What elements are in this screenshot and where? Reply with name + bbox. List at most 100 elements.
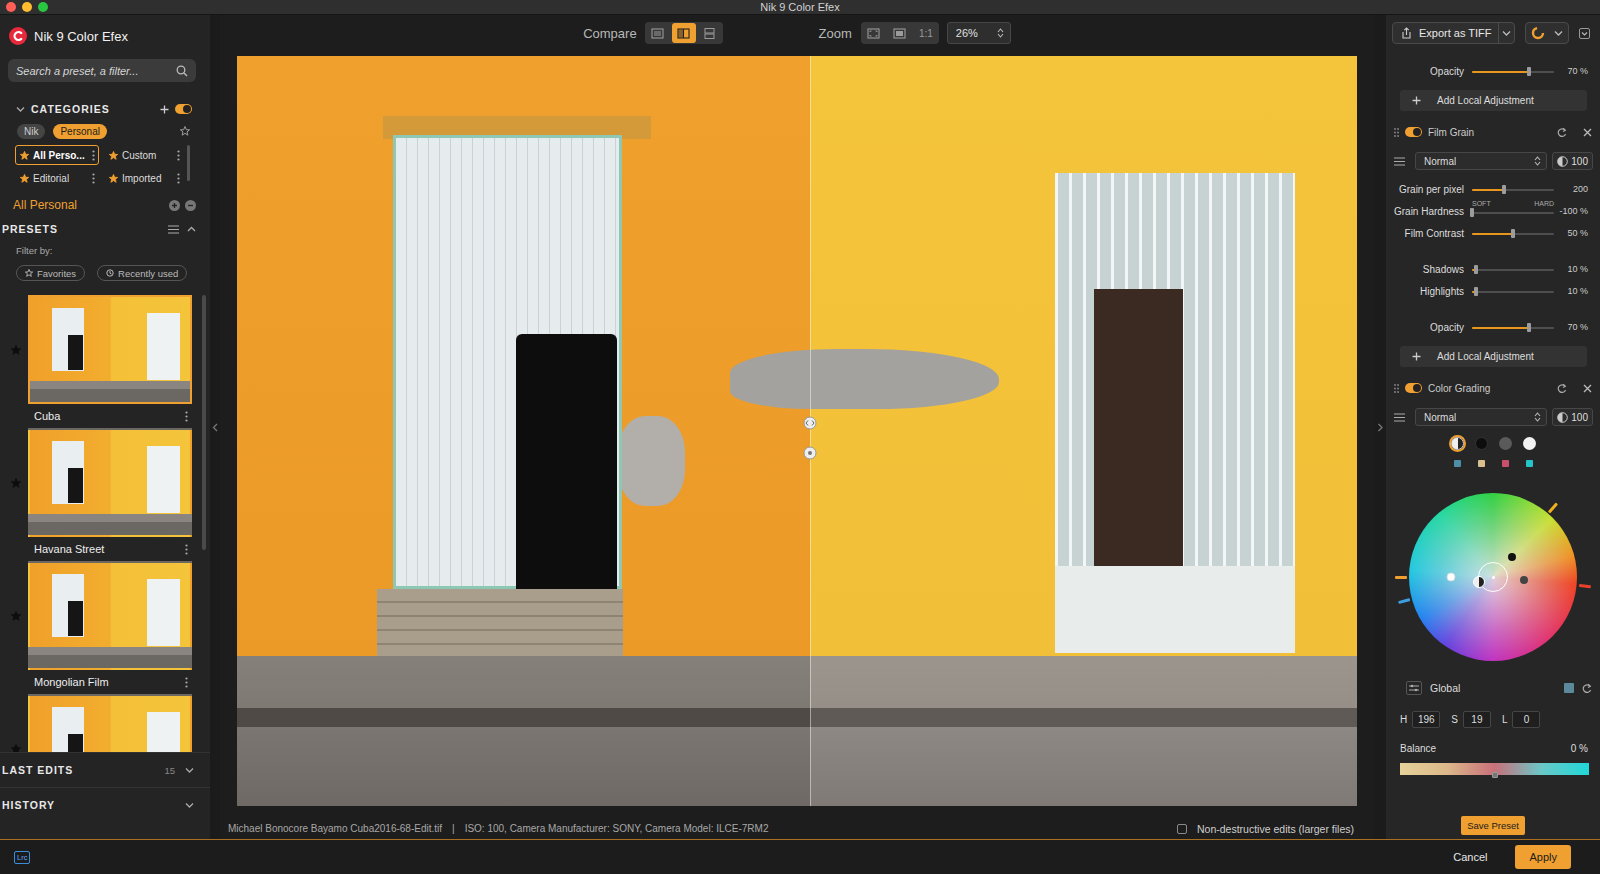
slider-thumb[interactable]	[1511, 229, 1515, 238]
slider-track[interactable]	[1472, 67, 1554, 76]
compare-divider[interactable]	[810, 56, 811, 806]
filter-toggle[interactable]	[1405, 127, 1422, 137]
preset-name[interactable]: Havana Street	[34, 543, 104, 555]
category-label[interactable]: All Perso...	[33, 150, 88, 161]
slider-track[interactable]	[1472, 229, 1554, 238]
color-wheel-area[interactable]	[1395, 479, 1591, 675]
minimize-button[interactable]	[22, 2, 32, 12]
source-chip[interactable]: Nik	[17, 124, 45, 139]
scope-label[interactable]: Global	[1430, 682, 1460, 694]
preset-item[interactable]	[0, 694, 197, 752]
collapse-icon[interactable]	[16, 106, 25, 113]
preset-thumbnail[interactable]	[28, 295, 192, 404]
workflow-options-icon[interactable]	[1554, 30, 1563, 37]
more-icon[interactable]	[177, 173, 180, 184]
reset-icon[interactable]	[1557, 127, 1567, 137]
collapse-icon[interactable]	[187, 226, 196, 233]
right-collapse-gutter[interactable]	[1374, 15, 1386, 839]
zoom-label[interactable]: 1:1	[919, 28, 933, 39]
divider-handle-icon[interactable]	[803, 446, 817, 460]
preset-item[interactable]: Cuba	[0, 295, 197, 428]
close-icon[interactable]	[1583, 128, 1592, 137]
button-label[interactable]: Add Local Adjustment	[1437, 351, 1534, 362]
category-label[interactable]: Imported	[122, 173, 173, 184]
color-wheel[interactable]	[1409, 493, 1577, 661]
wheel-tick[interactable]	[1578, 584, 1590, 588]
panel-options-icon[interactable]	[1579, 28, 1590, 39]
filter-opacity-field[interactable]: 100	[1552, 408, 1593, 426]
save-preset-button[interactable]: Save Preset	[1461, 816, 1525, 835]
field-value[interactable]: 19	[1463, 711, 1491, 728]
opacity-value[interactable]: 100	[1571, 412, 1588, 423]
more-icon[interactable]	[185, 544, 188, 555]
filter-label[interactable]: Favorites	[37, 268, 76, 279]
export-label[interactable]: Export as TIFF	[1419, 27, 1498, 39]
color-swatch[interactable]	[1564, 683, 1574, 693]
export-options-icon[interactable]	[1502, 30, 1511, 37]
favorite-icon[interactable]	[11, 345, 21, 355]
stepper-icon[interactable]	[997, 28, 1004, 38]
workflow-button[interactable]	[1525, 22, 1569, 44]
scrollbar[interactable]	[187, 145, 190, 181]
add-preset-icon[interactable]	[169, 200, 180, 211]
drag-handle-icon[interactable]	[1394, 384, 1399, 393]
blend-mode-select[interactable]: Normal	[1415, 408, 1547, 426]
add-local-adjustment-button[interactable]: Add Local Adjustment	[1400, 346, 1587, 367]
compare-mode-button[interactable]	[698, 23, 722, 43]
reset-icon[interactable]	[1582, 683, 1592, 693]
scope-menu-button[interactable]	[1406, 681, 1422, 695]
apply-button[interactable]: Apply	[1515, 845, 1571, 869]
nondestructive-checkbox[interactable]	[1177, 824, 1187, 834]
source-chip[interactable]: Personal	[53, 124, 106, 139]
more-icon[interactable]	[92, 173, 95, 184]
blend-mode[interactable]: Normal	[1424, 156, 1456, 167]
slider-track[interactable]	[1472, 265, 1554, 274]
search-input[interactable]	[16, 65, 172, 77]
field-value[interactable]: 0	[1512, 711, 1540, 728]
favorite-icon[interactable]	[11, 611, 21, 621]
export-button[interactable]: Export as TIFF	[1392, 22, 1515, 44]
wheel-tick[interactable]	[1395, 576, 1407, 579]
more-icon[interactable]	[177, 150, 180, 161]
slider-track[interactable]	[1472, 287, 1554, 296]
more-icon[interactable]	[185, 677, 188, 688]
slider-thumb[interactable]	[1527, 323, 1531, 332]
collapse-left-icon[interactable]	[212, 423, 219, 432]
zoom-mode-button[interactable]	[888, 23, 912, 43]
close-icon[interactable]	[1583, 384, 1592, 393]
scrollbar[interactable]	[202, 295, 206, 550]
zoom-mode-button[interactable]	[862, 23, 886, 43]
blend-mode-select[interactable]: Normal	[1415, 152, 1547, 170]
category-label[interactable]: Editorial	[33, 173, 88, 184]
chip-label[interactable]: Personal	[60, 126, 99, 137]
expand-icon[interactable]	[185, 802, 194, 809]
button-label[interactable]: Add Local Adjustment	[1437, 95, 1534, 106]
wheel-handle[interactable]	[1447, 573, 1456, 582]
compare-mode-button[interactable]	[672, 23, 696, 43]
category-item[interactable]: All Perso...	[15, 145, 99, 165]
zoom-button[interactable]	[38, 2, 48, 12]
edit-collection-icon[interactable]	[185, 200, 196, 211]
category-item[interactable]: Editorial	[15, 168, 99, 188]
tone-button[interactable]	[1499, 437, 1512, 450]
preset-thumbnail[interactable]	[28, 428, 192, 537]
close-button[interactable]	[6, 2, 16, 12]
opacity-value[interactable]: 100	[1571, 156, 1588, 167]
search-icon[interactable]	[176, 65, 188, 77]
divider-handle-icon[interactable]	[803, 416, 817, 430]
more-icon[interactable]	[92, 150, 95, 161]
slider-thumb[interactable]	[1492, 772, 1498, 778]
tone-button[interactable]	[1475, 437, 1488, 450]
wheel-tick[interactable]	[1548, 502, 1558, 513]
cancel-button[interactable]: Cancel	[1447, 847, 1493, 867]
photo-preview[interactable]	[237, 56, 1357, 806]
filter-button[interactable]: Recently used	[97, 265, 187, 281]
more-icon[interactable]	[185, 411, 188, 422]
reset-icon[interactable]	[1557, 383, 1567, 393]
chip-label[interactable]: Nik	[24, 126, 38, 137]
slider-track[interactable]	[1472, 208, 1554, 217]
favorite-filter-icon[interactable]	[180, 126, 190, 136]
zoom-field[interactable]: 26%	[947, 22, 1011, 44]
slider-thumb[interactable]	[1470, 208, 1474, 217]
slider-thumb[interactable]	[1502, 185, 1506, 194]
